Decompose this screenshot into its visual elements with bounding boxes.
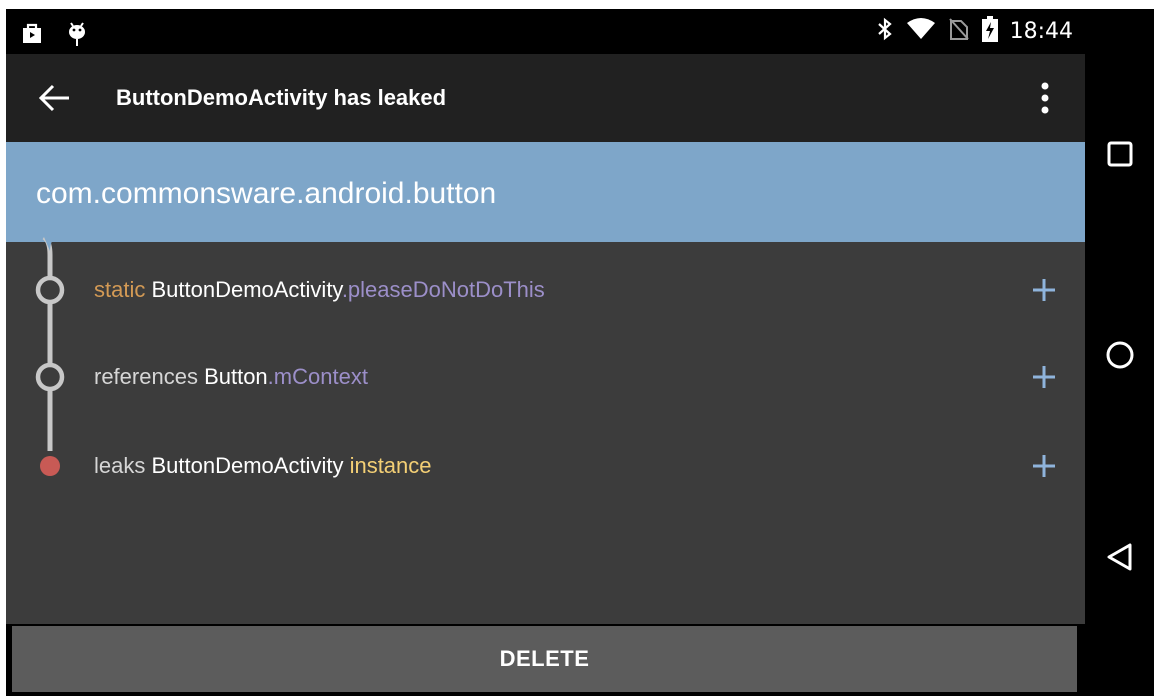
- system-nav-bar: [1085, 9, 1154, 696]
- no-sim-icon: [948, 17, 970, 46]
- class-text: ButtonDemoActivity: [151, 453, 344, 478]
- list-item[interactable]: static ButtonDemoActivity.pleaseDoNotDoT…: [6, 260, 1085, 320]
- list-item[interactable]: leaks ButtonDemoActivity instance: [6, 436, 1085, 496]
- more-vert-icon[interactable]: [1030, 80, 1060, 116]
- device-screen: 18:44 ButtonDemoActivity has leaked com.…: [6, 9, 1154, 696]
- trace-row-text: leaks ButtonDemoActivity instance: [94, 436, 432, 496]
- plus-icon[interactable]: [1030, 276, 1058, 304]
- battery-charging-icon: [981, 16, 998, 47]
- package-header: com.commonsware.android.button: [6, 142, 1085, 242]
- status-icons: 18:44: [876, 9, 1073, 54]
- arrow-left-icon[interactable]: [36, 83, 72, 113]
- instance-text: instance: [343, 453, 432, 478]
- clock-time: 18:44: [1009, 19, 1073, 44]
- page-title: ButtonDemoActivity has leaked: [116, 85, 447, 110]
- field-text: .mContext: [267, 364, 368, 389]
- package-name: com.commonsware.android.button: [36, 177, 497, 210]
- home-circle-icon[interactable]: [1105, 340, 1135, 370]
- status-bar: 18:44: [6, 9, 1085, 54]
- trace-row-text: references Button.mContext: [94, 347, 368, 407]
- app-bar: ButtonDemoActivity has leaked: [6, 54, 1085, 142]
- field-text: .pleaseDoNotDoThis: [341, 277, 545, 302]
- bluetooth-icon: [876, 17, 894, 46]
- back-triangle-icon[interactable]: [1105, 542, 1135, 572]
- shopping-bag-icon: [20, 21, 44, 50]
- reference-text: references: [94, 364, 205, 389]
- leak-trace-panel: com.commonsware.android.button static Bu…: [6, 142, 1085, 624]
- list-item[interactable]: references Button.mContext: [6, 347, 1085, 407]
- keyword-text: static: [94, 277, 152, 302]
- recents-square-icon[interactable]: [1105, 139, 1135, 169]
- plus-icon[interactable]: [1030, 452, 1058, 480]
- leak-label-text: leaks: [94, 453, 152, 478]
- trace-row-text: static ButtonDemoActivity.pleaseDoNotDoT…: [94, 260, 545, 320]
- class-text: ButtonDemoActivity: [151, 277, 342, 302]
- android-debug-icon: [66, 21, 88, 52]
- delete-button[interactable]: DELETE: [12, 626, 1077, 692]
- plus-icon[interactable]: [1030, 363, 1058, 391]
- wifi-icon: [906, 17, 936, 46]
- class-text: Button: [204, 364, 268, 389]
